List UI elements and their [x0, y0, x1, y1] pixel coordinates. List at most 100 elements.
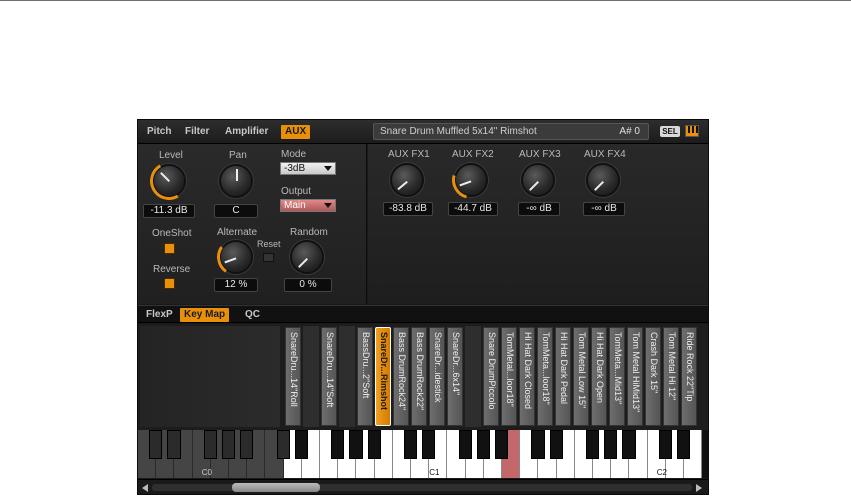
- keymap-scrollbar[interactable]: [138, 479, 708, 494]
- sample-zone[interactable]: Crash Dark 15": [645, 327, 661, 426]
- sample-zone[interactable]: Ride Rock 22"Tip: [681, 327, 697, 426]
- pan-value[interactable]: C: [214, 204, 258, 218]
- preset-name-display[interactable]: Snare Drum Muffled 5x14" Rimshot A# 0: [373, 123, 649, 140]
- sample-zone[interactable]: SnareDr...Rimshot: [375, 327, 391, 426]
- scroll-right-icon[interactable]: [696, 484, 702, 492]
- piano-keyboard[interactable]: C0 C1 C2: [138, 430, 708, 478]
- level-knob[interactable]: [145, 157, 193, 205]
- reverse-label: Reverse: [153, 264, 191, 275]
- sample-zone[interactable]: Snare DrumPiccolo: [483, 327, 499, 426]
- tab-pitch[interactable]: Pitch: [147, 125, 171, 139]
- black-key[interactable]: [203, 430, 217, 459]
- aux-fx3-label: AUX FX3: [519, 149, 561, 160]
- black-key[interactable]: [531, 430, 545, 459]
- black-key[interactable]: [222, 430, 236, 459]
- black-key[interactable]: [549, 430, 563, 459]
- sample-zone[interactable]: Bass DrumRock22": [411, 327, 427, 426]
- sample-zone-label: SnareDr...6x14": [451, 332, 461, 396]
- reverse-toggle[interactable]: [164, 278, 175, 289]
- aux-fx1-knob[interactable]: [390, 163, 424, 197]
- sampler-plugin-window: Pitch Filter Amplifier AUX Snare Drum Mu…: [137, 119, 709, 495]
- sample-zone-label: SnareDr...idestick: [433, 332, 443, 403]
- pan-knob[interactable]: [219, 164, 253, 198]
- tab-aux[interactable]: AUX: [281, 125, 311, 139]
- black-key[interactable]: [367, 430, 381, 459]
- sample-zone[interactable]: Hi Hat Dark Open: [591, 327, 607, 426]
- black-key[interactable]: [495, 430, 509, 459]
- black-key[interactable]: [658, 430, 672, 459]
- sample-zone[interactable]: TomMeta...loor18": [537, 327, 553, 426]
- tab-amplifier[interactable]: Amplifier: [225, 125, 268, 139]
- reset-button[interactable]: [263, 253, 274, 262]
- sample-zone-label: Crash Dark 15": [649, 332, 659, 394]
- sample-zone-label: Tom Metal Hi 12": [667, 332, 677, 401]
- tab-qc[interactable]: QC: [245, 308, 260, 322]
- aux-fx4-label: AUX FX4: [584, 149, 626, 160]
- sample-zone[interactable]: Hi Hat Dark Closed: [519, 327, 535, 426]
- sample-zone[interactable]: SnareDr...idestick: [429, 327, 445, 426]
- aux-fx1-label: AUX FX1: [388, 149, 430, 160]
- black-key[interactable]: [149, 430, 163, 459]
- mode-dropdown[interactable]: -3dB: [280, 162, 336, 175]
- random-value[interactable]: 0 %: [284, 278, 332, 292]
- chevron-down-icon: [324, 166, 332, 171]
- sample-zone-label: Hi Hat Dark Closed: [523, 332, 533, 410]
- preset-name: Snare Drum Muffled 5x14" Rimshot: [380, 126, 537, 137]
- black-key[interactable]: [349, 430, 363, 459]
- alternate-knob[interactable]: [213, 234, 259, 280]
- black-key[interactable]: [677, 430, 691, 459]
- black-key[interactable]: [622, 430, 636, 459]
- sample-zone[interactable]: SnareDr...6x14": [447, 327, 463, 426]
- black-key[interactable]: [294, 430, 308, 459]
- black-key[interactable]: [604, 430, 618, 459]
- black-key[interactable]: [240, 430, 254, 459]
- key-map-zones: SnareDru...14"Roll SnareDru...14"Soft Bass…: [138, 324, 708, 430]
- sample-zone-label: SnareDr...Rimshot: [379, 332, 389, 411]
- aux-fx3-knob[interactable]: [521, 163, 555, 197]
- black-key[interactable]: [476, 430, 490, 459]
- sample-zone[interactable]: Bass DrumRock24": [393, 327, 409, 426]
- sample-zone[interactable]: Tom Metal Low 15": [573, 327, 589, 426]
- sample-zone[interactable]: SnareDru...14"Soft: [321, 327, 337, 426]
- scroll-thumb[interactable]: [232, 483, 320, 492]
- sample-zone[interactable]: Tom Metal Hi 12": [663, 327, 679, 426]
- oneshot-toggle[interactable]: [164, 243, 175, 254]
- sample-zone-label: TomMetal...loor18": [505, 332, 515, 407]
- sample-zone[interactable]: BassDru...2"Soft: [357, 327, 373, 426]
- tab-key-map[interactable]: Key Map: [180, 308, 230, 322]
- sample-zone[interactable]: TomMeta...Mid13": [609, 327, 625, 426]
- black-key[interactable]: [404, 430, 418, 459]
- mode-value: -3dB: [284, 163, 306, 174]
- sample-zone[interactable]: Hi Hat Dark Pedal: [555, 327, 571, 426]
- aux-fx1-value[interactable]: -83.8 dB: [383, 202, 433, 216]
- sample-zone[interactable]: TomMetal...loor18": [501, 327, 517, 426]
- black-key[interactable]: [331, 430, 345, 459]
- reset-label: Reset: [257, 239, 281, 249]
- tab-flexp[interactable]: FlexP: [146, 308, 173, 322]
- tab-filter[interactable]: Filter: [185, 125, 209, 139]
- aux-fx2-knob[interactable]: [445, 154, 497, 206]
- sample-zone-label: Hi Hat Dark Open: [595, 332, 605, 404]
- aux-fx3-value[interactable]: -∞ dB: [518, 202, 560, 216]
- sample-zone[interactable]: SnareDru...14"Roll: [285, 327, 301, 426]
- sel-button[interactable]: SEL: [660, 126, 680, 137]
- level-value[interactable]: -11.3 dB: [143, 204, 195, 218]
- black-key[interactable]: [458, 430, 472, 459]
- alternate-label: Alternate: [217, 227, 258, 238]
- aux-fx4-value[interactable]: -∞ dB: [583, 202, 625, 216]
- black-key[interactable]: [422, 430, 436, 459]
- keyboard-icon[interactable]: [685, 125, 699, 137]
- black-key[interactable]: [167, 430, 181, 459]
- sample-zone-label: SnareDru...14"Soft: [325, 332, 335, 408]
- scroll-left-icon[interactable]: [142, 484, 148, 492]
- alternate-value[interactable]: 12 %: [214, 278, 258, 292]
- random-knob[interactable]: [290, 240, 324, 274]
- output-dropdown[interactable]: Main: [280, 199, 336, 212]
- sample-zone-label: TomMeta...loor18": [541, 332, 551, 405]
- aux-fx4-knob[interactable]: [586, 163, 620, 197]
- octave-label: C1: [429, 468, 440, 477]
- aux-fx2-value[interactable]: -44.7 dB: [448, 202, 498, 216]
- black-key[interactable]: [276, 430, 290, 459]
- black-key[interactable]: [586, 430, 600, 459]
- sample-zone[interactable]: Tom Metal HiMid13": [627, 327, 643, 426]
